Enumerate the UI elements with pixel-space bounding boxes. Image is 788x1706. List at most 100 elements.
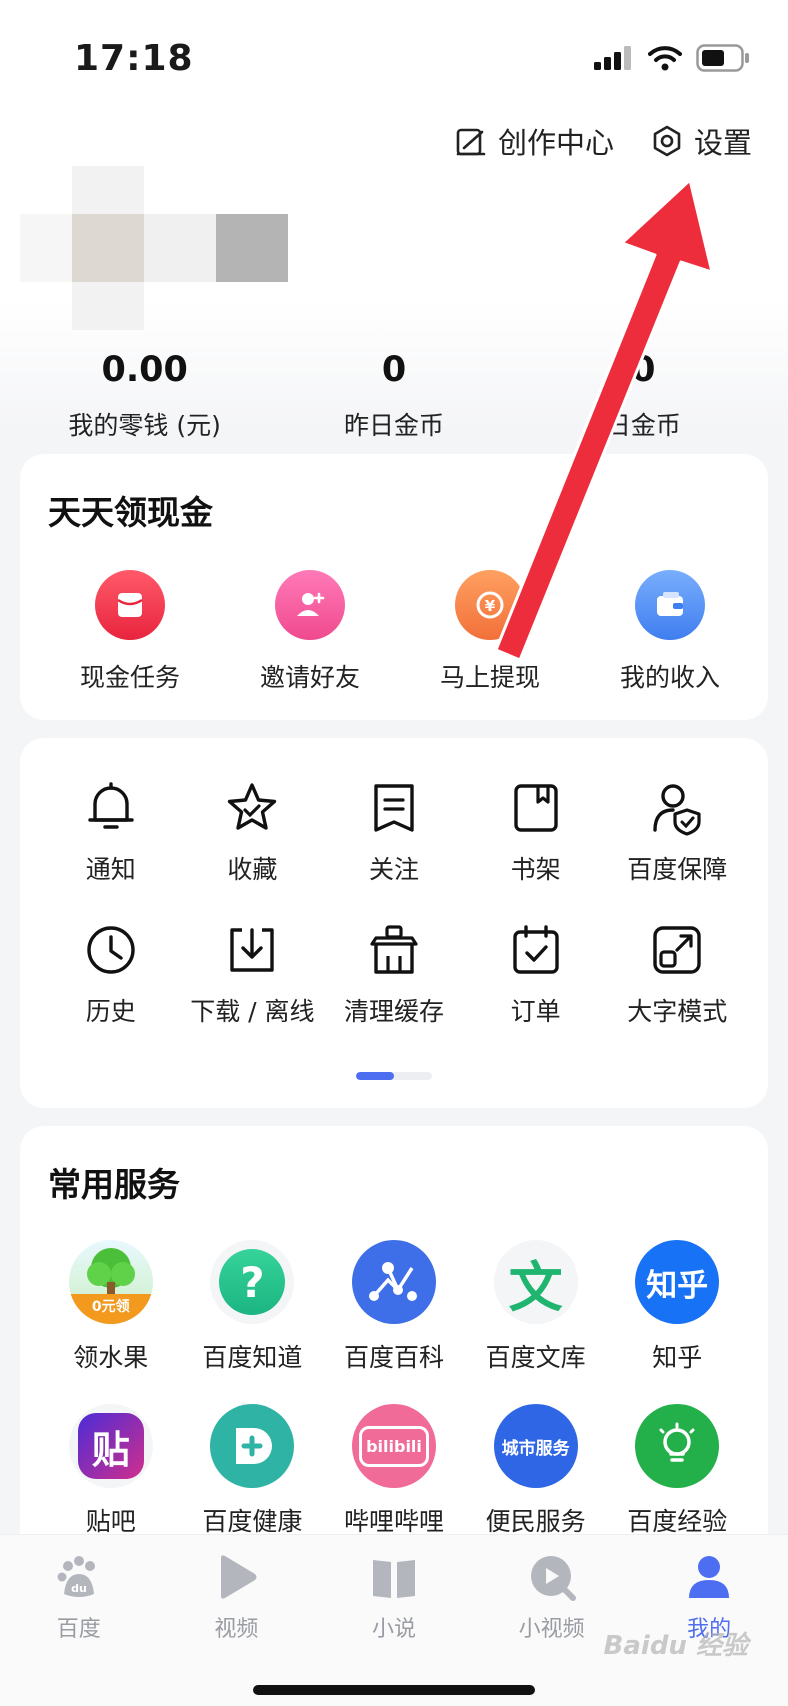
service-baidu-baike[interactable]: 百度百科	[323, 1240, 465, 1374]
tool-notification[interactable]: 通知	[40, 778, 182, 886]
fruit-badge: 0元领	[91, 1299, 130, 1315]
cash-card: 天天领现金 现金任务 邀请好友 ¥ 马上提现 我的收入	[20, 454, 768, 720]
invite-friends-button[interactable]: 邀请好友	[220, 570, 400, 694]
cash-card-title: 天天领现金	[48, 493, 213, 532]
stat-today-coins[interactable]: 0 日金币	[519, 348, 768, 442]
tieba-icon: 贴	[68, 1404, 153, 1488]
service-label: 百度经验	[627, 1507, 728, 1536]
tool-label: 关注	[368, 855, 419, 884]
service-bilibili[interactable]: bilibili 哔哩哔哩	[323, 1404, 465, 1538]
tools-card: 通知 收藏 关注 书架 百度保障 历史 下载 / 离线 清理缓存 订单 大字模式	[20, 738, 768, 1108]
bell-icon	[81, 778, 141, 838]
experience-icon	[635, 1404, 720, 1488]
service-baidu-experience[interactable]: 百度经验	[606, 1404, 748, 1538]
settings-hexagon-icon	[653, 125, 681, 157]
stat-label: 昨日金币	[343, 411, 444, 440]
service-city-service[interactable]: 城市服务 便民服务	[465, 1404, 607, 1538]
tools-grid: 通知 收藏 关注 书架 百度保障 历史 下载 / 离线 清理缓存 订单 大字模式	[40, 778, 748, 1028]
tool-label: 书架	[510, 855, 561, 884]
status-icons	[594, 44, 750, 72]
bilibili-icon: bilibili	[351, 1404, 436, 1488]
tool-label: 清理缓存	[343, 997, 444, 1026]
page-indicator-active	[356, 1072, 394, 1080]
service-label: 百度知道	[202, 1343, 303, 1372]
creator-center-label: 创作中心	[497, 126, 614, 160]
tool-large-font[interactable]: 大字模式	[606, 920, 748, 1028]
stat-value: 0.00	[101, 350, 188, 390]
tool-label: 订单	[510, 997, 561, 1026]
baidu-paw-icon: du	[49, 1549, 109, 1605]
nav-label: 小说	[371, 1617, 416, 1642]
tool-favorites[interactable]: 收藏	[182, 778, 324, 886]
baike-icon	[351, 1240, 436, 1324]
my-income-button[interactable]: 我的收入	[580, 570, 760, 694]
stat-label: 我的零钱 (元)	[68, 411, 221, 440]
tieba-glyph: 贴	[77, 1413, 144, 1479]
profile-icon	[679, 1549, 739, 1605]
service-label: 贴吧	[85, 1507, 136, 1536]
service-label: 百度百科	[343, 1343, 444, 1372]
invite-user-icon	[275, 570, 345, 640]
stat-value: 0	[631, 350, 656, 390]
question-glyph: ?	[219, 1249, 286, 1315]
watermark: Baidu 经验	[603, 1631, 748, 1661]
service-label: 百度健康	[202, 1507, 303, 1536]
service-label: 便民服务	[485, 1507, 586, 1536]
cash-grid: 现金任务 邀请好友 ¥ 马上提现 我的收入	[20, 570, 768, 694]
cash-task-button[interactable]: 现金任务	[40, 570, 220, 694]
clean-bucket-icon	[364, 920, 424, 980]
star-icon	[222, 778, 282, 838]
settings-link[interactable]: 设置	[650, 120, 752, 162]
bilibili-glyph: bilibili	[359, 1425, 429, 1467]
creator-center-link[interactable]: 创作中心	[454, 120, 614, 162]
wenku-icon: 文	[493, 1240, 578, 1324]
tool-label: 历史	[85, 997, 136, 1026]
download-icon	[222, 920, 282, 980]
tool-label: 百度保障	[627, 855, 728, 884]
nav-item-baidu[interactable]: du 百度	[0, 1549, 158, 1643]
stat-value: 0	[381, 350, 407, 390]
service-baidu-zhidao[interactable]: ? 百度知道	[182, 1240, 324, 1374]
city-service-icon: 城市服务	[493, 1404, 578, 1488]
bottom-nav: du 百度 视频 小说 小视频 我的	[0, 1534, 788, 1706]
service-label: 知乎	[652, 1343, 703, 1372]
tool-label: 收藏	[227, 855, 278, 884]
book-icon	[506, 778, 566, 838]
cash-item-label: 马上提现	[439, 663, 540, 692]
stats-row: 0.00 我的零钱 (元) 0 昨日金币 0 日金币	[20, 348, 768, 442]
tool-clear-cache[interactable]: 清理缓存	[323, 920, 465, 1028]
services-card-title: 常用服务	[48, 1165, 180, 1204]
service-baidu-wenku[interactable]: 文 百度文库	[465, 1240, 607, 1374]
service-label: 百度文库	[485, 1343, 586, 1372]
stat-yesterday-coins[interactable]: 0 昨日金币	[269, 348, 518, 442]
zhihu-icon: 知乎	[635, 1240, 720, 1324]
stat-balance[interactable]: 0.00 我的零钱 (元)	[20, 348, 269, 442]
battery-icon	[696, 44, 749, 72]
shield-user-icon	[647, 778, 707, 838]
tool-orders[interactable]: 订单	[465, 920, 607, 1028]
expand-icon	[647, 920, 707, 980]
tool-history[interactable]: 历史	[40, 920, 182, 1028]
order-icon	[506, 920, 566, 980]
service-tieba[interactable]: 贴 贴吧	[40, 1404, 182, 1538]
nav-item-video[interactable]: 视频	[158, 1549, 316, 1643]
service-baidu-health[interactable]: 百度健康	[182, 1404, 324, 1538]
avatar[interactable]	[20, 166, 290, 330]
service-zhihu[interactable]: 知乎 知乎	[606, 1240, 748, 1374]
service-label: 哔哩哔哩	[343, 1507, 444, 1536]
nav-label: 视频	[214, 1617, 259, 1642]
svg-text:du: du	[71, 1582, 87, 1595]
tool-download-offline[interactable]: 下载 / 离线	[182, 920, 324, 1028]
status-time: 17:18	[74, 38, 194, 79]
red-envelope-icon	[95, 570, 165, 640]
bookmark-icon	[364, 778, 424, 838]
page-indicator	[356, 1072, 432, 1080]
tool-bookshelf[interactable]: 书架	[465, 778, 607, 886]
tool-baidu-protection[interactable]: 百度保障	[606, 778, 748, 886]
svg-text:¥: ¥	[485, 597, 496, 615]
tool-follow[interactable]: 关注	[323, 778, 465, 886]
service-fruit[interactable]: 0元领 领水果	[40, 1240, 182, 1374]
withdraw-button[interactable]: ¥ 马上提现	[400, 570, 580, 694]
cash-item-label: 邀请好友	[259, 663, 360, 692]
nav-item-novel[interactable]: 小说	[315, 1549, 473, 1643]
